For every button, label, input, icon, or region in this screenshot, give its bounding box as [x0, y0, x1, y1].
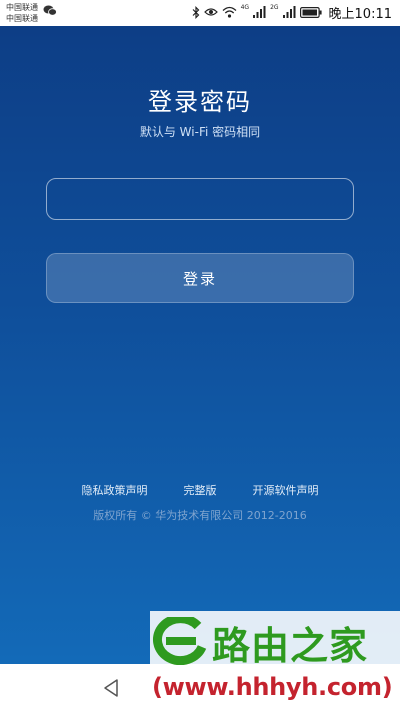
status-icons: 4G 2G 晚上10:11 — [192, 3, 392, 22]
open-source-link[interactable]: 开源软件声明 — [253, 482, 319, 498]
back-icon[interactable] — [102, 678, 120, 698]
full-version-link[interactable]: 完整版 — [184, 482, 217, 498]
watermark: 路由之家 (www.hhhyh.com) — [150, 611, 400, 711]
carrier-1: 中国联通 — [6, 3, 38, 12]
login-button[interactable]: 登录 — [46, 253, 354, 303]
net-type-4g: 4G — [240, 3, 250, 11]
privacy-policy-link[interactable]: 隐私政策声明 — [82, 482, 148, 498]
status-bar: 中国联通 中国联通 4G 2G 晚上10:11 — [0, 0, 400, 26]
battery-icon — [299, 6, 322, 18]
carrier-2: 中国联通 — [6, 14, 38, 23]
login-screen: 登录密码 默认与 Wi-Fi 密码相同 登录 隐私政策声明 完整版 开源软件声明… — [0, 26, 400, 664]
password-input[interactable] — [46, 178, 354, 220]
bluetooth-icon — [192, 5, 199, 19]
watermark-url: (www.hhhyh.com) — [152, 673, 393, 701]
footer-links: 隐私政策声明 完整版 开源软件声明 — [0, 482, 400, 498]
page-subtitle: 默认与 Wi-Fi 密码相同 — [139, 125, 261, 139]
clock: 晚上10:11 — [328, 6, 392, 22]
net-type-2g: 2G — [270, 3, 279, 11]
page-title: 登录密码 — [148, 88, 252, 116]
signal-icon-2 — [282, 6, 296, 18]
eye-icon — [203, 8, 218, 16]
watermark-logo-icon — [153, 617, 207, 665]
wifi-icon — [222, 6, 237, 18]
signal-icon — [253, 6, 266, 18]
carrier-info: 中国联通 中国联通 — [6, 2, 38, 24]
wechat-icon — [43, 5, 57, 16]
watermark-title: 路由之家 — [212, 624, 369, 668]
copyright-text: 版权所有 © 华为技术有限公司 2012-2016 — [93, 509, 307, 522]
